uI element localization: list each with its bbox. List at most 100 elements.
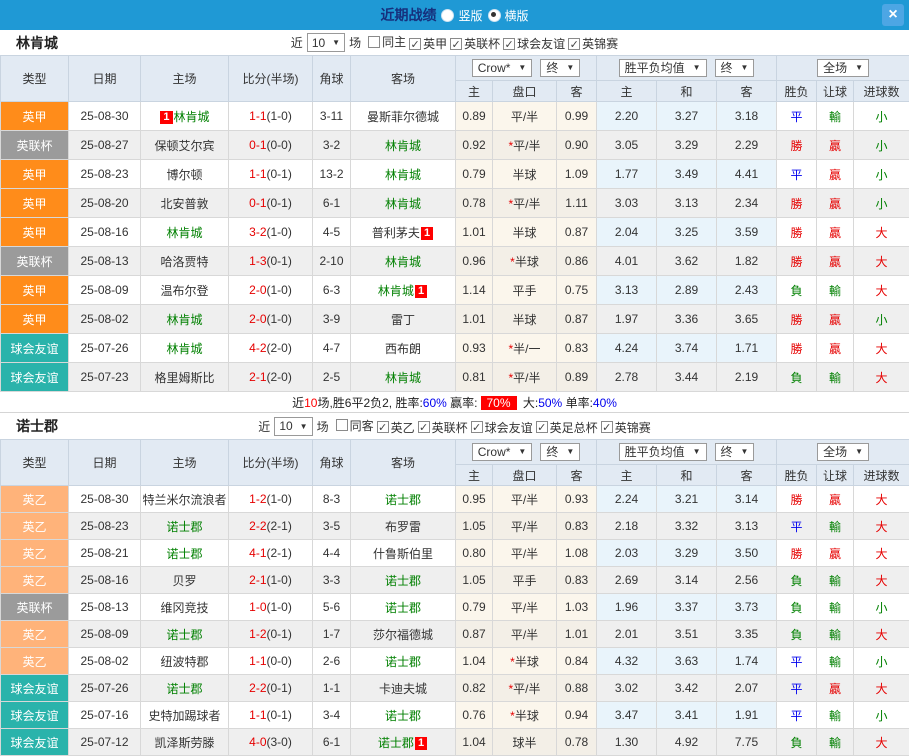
fullmatch-dropdown[interactable]: 全场▼ <box>817 443 869 461</box>
checkbox-label: 同客 <box>350 417 374 434</box>
league-filter-checkbox[interactable]: ✓英足总杯 <box>536 419 598 436</box>
corner-count: 2-10 <box>313 247 351 276</box>
red-card-badge: 1 <box>421 227 433 240</box>
checkbox-unchecked-icon[interactable] <box>368 36 380 48</box>
league-filter-checkbox[interactable]: ✓英联杯 <box>450 35 500 52</box>
mean-away-win: 2.56 <box>717 567 777 594</box>
league-filter-checkbox[interactable]: ✓英联杯 <box>418 419 468 436</box>
final-odds-dropdown[interactable]: 终▼ <box>540 443 580 461</box>
league-badge: 英联杯 <box>1 247 69 276</box>
team-name: 博尔顿 <box>166 168 202 182</box>
league-filter-checkbox[interactable]: ✓英甲 <box>409 35 447 52</box>
radio-checked-icon[interactable] <box>488 9 501 22</box>
red-card-badge: 1 <box>415 737 427 750</box>
odds-company-dropdown[interactable]: Crow*▼ <box>472 443 533 461</box>
fulltime-score: 3-2 <box>249 225 266 239</box>
team-name: 曼斯菲尔德城 <box>367 110 439 124</box>
corner-count: 4-4 <box>313 540 351 567</box>
odds-away: 0.86 <box>557 247 597 276</box>
col-score: 比分(半场) <box>229 440 313 486</box>
final-mean-dropdown[interactable]: 终▼ <box>715 443 755 461</box>
odds-away: 0.83 <box>557 334 597 363</box>
result-handicap: 贏 <box>817 675 854 702</box>
team-name: 林肯城 <box>166 313 202 327</box>
fulltime-score: 2-0 <box>249 312 266 326</box>
mean-draw: 3.29 <box>657 131 717 160</box>
league-filter-checkbox[interactable]: ✓英锦赛 <box>601 419 651 436</box>
result-goals: 大 <box>854 363 909 392</box>
result-handicap: 輸 <box>817 102 854 131</box>
radio-unchecked-icon[interactable] <box>441 9 454 22</box>
mean-away-win: 3.13 <box>717 513 777 540</box>
odds-handicap: *半球 <box>493 702 557 729</box>
mean-home-win: 2.69 <box>597 567 657 594</box>
checkbox-checked-icon[interactable]: ✓ <box>377 421 389 433</box>
self-team-cell: 诺士郡 <box>351 567 456 594</box>
score-cell: 1-2(0-1) <box>229 621 313 648</box>
layout-radio-vertical[interactable]: 竖版 <box>441 7 482 24</box>
result-goals: 大 <box>854 486 909 513</box>
self-team-cell: 诺士郡 <box>141 621 229 648</box>
checkbox-unchecked-icon[interactable] <box>336 419 348 431</box>
league-badge: 英乙 <box>1 486 69 513</box>
odds-home: 0.78 <box>456 189 493 218</box>
checkbox-checked-icon[interactable]: ✓ <box>450 38 462 50</box>
odds-home: 1.05 <box>456 567 493 594</box>
checkbox-checked-icon[interactable]: ✓ <box>503 38 515 50</box>
opponent-team-cell: 贝罗 <box>141 567 229 594</box>
league-filter-checkbox[interactable]: ✓球会友谊 <box>471 419 533 436</box>
mean-away-win: 1.91 <box>717 702 777 729</box>
checkbox-checked-icon[interactable]: ✓ <box>568 38 580 50</box>
mean-dropdown[interactable]: 胜平负均值▼ <box>619 59 707 77</box>
match-count-select[interactable]: 10 ▼ <box>307 33 345 52</box>
match-row: 英联杯25-08-13哈洛贾特1-3(0-1)2-10林肯城0.96*半球0.8… <box>1 247 909 276</box>
score-cell: 2-0(1-0) <box>229 276 313 305</box>
same-venue-checkbox[interactable]: 同主 <box>368 33 406 50</box>
same-venue-checkbox[interactable]: 同客 <box>336 417 374 434</box>
col-mean-home: 主 <box>597 465 657 486</box>
col-mean-draw: 和 <box>657 465 717 486</box>
odds-company-dropdown[interactable]: Crow*▼ <box>472 59 533 77</box>
odds-handicap: 平/半 <box>493 513 557 540</box>
col-result-goals: 进球数 <box>854 465 909 486</box>
checkbox-checked-icon[interactable]: ✓ <box>409 38 421 50</box>
checkbox-checked-icon[interactable]: ✓ <box>471 421 483 433</box>
match-date: 25-08-27 <box>69 131 141 160</box>
final-mean-dropdown[interactable]: 终▼ <box>715 59 755 77</box>
layout-radio-horizontal[interactable]: 横版 <box>488 7 529 24</box>
chevron-down-icon: ▼ <box>693 445 701 459</box>
final-odds-dropdown[interactable]: 终▼ <box>540 59 580 77</box>
odds-handicap: *平/半 <box>493 675 557 702</box>
result-outcome: 負 <box>777 621 817 648</box>
team-name: 林肯城 <box>385 255 421 269</box>
col-result-goals: 进球数 <box>854 81 909 102</box>
checkbox-label: 英足总杯 <box>550 419 598 436</box>
result-outcome: 平 <box>777 513 817 540</box>
checkbox-checked-icon[interactable]: ✓ <box>536 421 548 433</box>
close-button[interactable]: × <box>882 4 904 26</box>
league-filter-checkbox[interactable]: ✓球会友谊 <box>503 35 565 52</box>
result-outcome: 平 <box>777 648 817 675</box>
match-date: 25-08-16 <box>69 218 141 247</box>
league-filter-checkbox[interactable]: ✓英乙 <box>377 419 415 436</box>
team-name: 卡迪夫城 <box>379 682 427 696</box>
fulltime-score: 1-2 <box>249 627 266 641</box>
match-date: 25-07-23 <box>69 363 141 392</box>
col-date: 日期 <box>69 56 141 102</box>
mean-draw: 3.44 <box>657 363 717 392</box>
fullmatch-dropdown[interactable]: 全场▼ <box>817 59 869 77</box>
section-header-lincoln: 林肯城 近 10 ▼ 场 同主✓英甲✓英联杯✓球会友谊✓英锦赛 <box>0 30 909 55</box>
match-row: 英联杯25-08-13维冈竞技1-0(1-0)5-6诺士郡0.79平/半1.03… <box>1 594 909 621</box>
league-filter-checkbox[interactable]: ✓英锦赛 <box>568 35 618 52</box>
checkbox-checked-icon[interactable]: ✓ <box>601 421 613 433</box>
mean-dropdown[interactable]: 胜平负均值▼ <box>619 443 707 461</box>
unit-label: 场 <box>349 34 361 51</box>
result-outcome: 勝 <box>777 218 817 247</box>
checkbox-checked-icon[interactable]: ✓ <box>418 421 430 433</box>
match-count-select[interactable]: 10 ▼ <box>274 417 312 436</box>
col-result-outcome: 胜负 <box>777 465 817 486</box>
mean-draw: 3.62 <box>657 247 717 276</box>
mean-draw: 3.42 <box>657 675 717 702</box>
halftime-score: (0-1) <box>267 167 292 181</box>
odds-home: 1.04 <box>456 648 493 675</box>
